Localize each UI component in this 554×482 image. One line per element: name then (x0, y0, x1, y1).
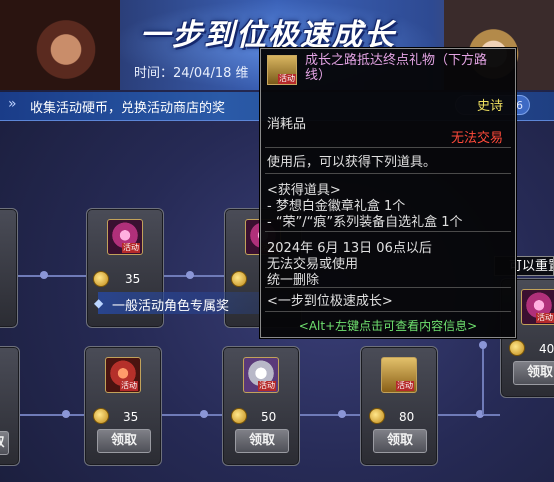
event-tag: 活动 (396, 381, 414, 391)
tooltip-source: <一步到位极速成长> (267, 294, 393, 309)
coin-cost: 35 (123, 410, 139, 424)
path-line (160, 275, 230, 277)
reward-item-icon[interactable]: 活动 (107, 219, 143, 255)
section-title: 一般活动角色专属奖 (112, 299, 230, 314)
tooltip-item-type: 消耗品 (267, 117, 307, 132)
banner-character-left (0, 0, 120, 90)
path-node (62, 410, 70, 418)
claim-button[interactable]: 领取 (513, 361, 554, 385)
coin-icon (231, 408, 247, 424)
claim-button[interactable]: 取 (0, 431, 9, 455)
tooltip-trade-status: 无法交易 (450, 131, 503, 146)
coin-icon (93, 271, 109, 287)
tooltip-rarity: 史诗 (476, 99, 503, 114)
path-node (479, 341, 487, 349)
coin-icon (93, 408, 109, 424)
notice-text: 收集活动硬币，兑换活动商店的奖 (30, 101, 226, 116)
double-chevron-icon: » (8, 96, 17, 112)
reward-card-partial (0, 208, 18, 328)
path-node (338, 410, 346, 418)
coin-icon (231, 271, 247, 287)
tooltip-note: 统一删除 (267, 273, 320, 288)
coin-icon (509, 340, 525, 356)
reward-item-icon[interactable]: 活动 (243, 357, 279, 393)
diamond-icon: ◆ (94, 296, 104, 310)
claim-button[interactable]: 领取 (235, 429, 289, 453)
path-node (200, 410, 208, 418)
tooltip-divider (265, 147, 511, 148)
reward-card: 活动 80 领取 (360, 346, 438, 466)
path-line-vertical (482, 345, 484, 415)
tooltip-item-line: - “荣”/“痕”系列装备自选礼盒 1个 (267, 215, 463, 230)
tooltip-item-name: 成长之路抵达终点礼物（下方路线） (305, 53, 488, 83)
reward-item-icon[interactable]: 活动 (381, 357, 417, 393)
event-time: 时间：24/04/18 维 (134, 66, 249, 81)
reward-item-icon[interactable]: 活动 (105, 357, 141, 393)
coin-cost: 35 (125, 272, 141, 286)
event-tag: 活动 (278, 74, 296, 84)
event-tag: 活动 (122, 243, 140, 253)
item-tooltip: 活动 成长之路抵达终点礼物（下方路线） 史诗 消耗品 无法交易 使用后，可以获得… (260, 48, 516, 338)
event-tag: 活动 (120, 381, 138, 391)
tooltip-divider (265, 173, 511, 174)
path-node (186, 271, 194, 279)
claim-button[interactable]: 领取 (97, 429, 151, 453)
reward-card: 活动 50 领取 (222, 346, 300, 466)
coin-cost: 50 (261, 410, 277, 424)
tooltip-usage: 使用后，可以获得下列道具。 (267, 155, 437, 170)
reward-item-icon[interactable]: 活动 (521, 289, 554, 325)
coin-cost: 80 (399, 410, 415, 424)
event-page: 一步到位极速成长 时间：24/04/18 维 » 收集活动硬币，兑换活动商店的奖… (0, 0, 554, 482)
tooltip-item-icon: 活动 (267, 55, 297, 85)
tooltip-footer-hint: <Alt+左键点击可查看内容信息> (298, 319, 478, 333)
reward-card: 活动 35 领取 (84, 346, 162, 466)
tooltip-divider (265, 311, 511, 312)
tooltip-divider (265, 287, 511, 288)
event-tag: 活动 (258, 381, 276, 391)
reward-card-partial: 取 (0, 346, 20, 466)
claim-button[interactable]: 领取 (373, 429, 427, 453)
path-node (40, 271, 48, 279)
coin-cost: 40 (539, 342, 554, 356)
event-tag: 活动 (536, 313, 554, 323)
tooltip-divider (265, 231, 511, 232)
coin-icon (369, 408, 385, 424)
